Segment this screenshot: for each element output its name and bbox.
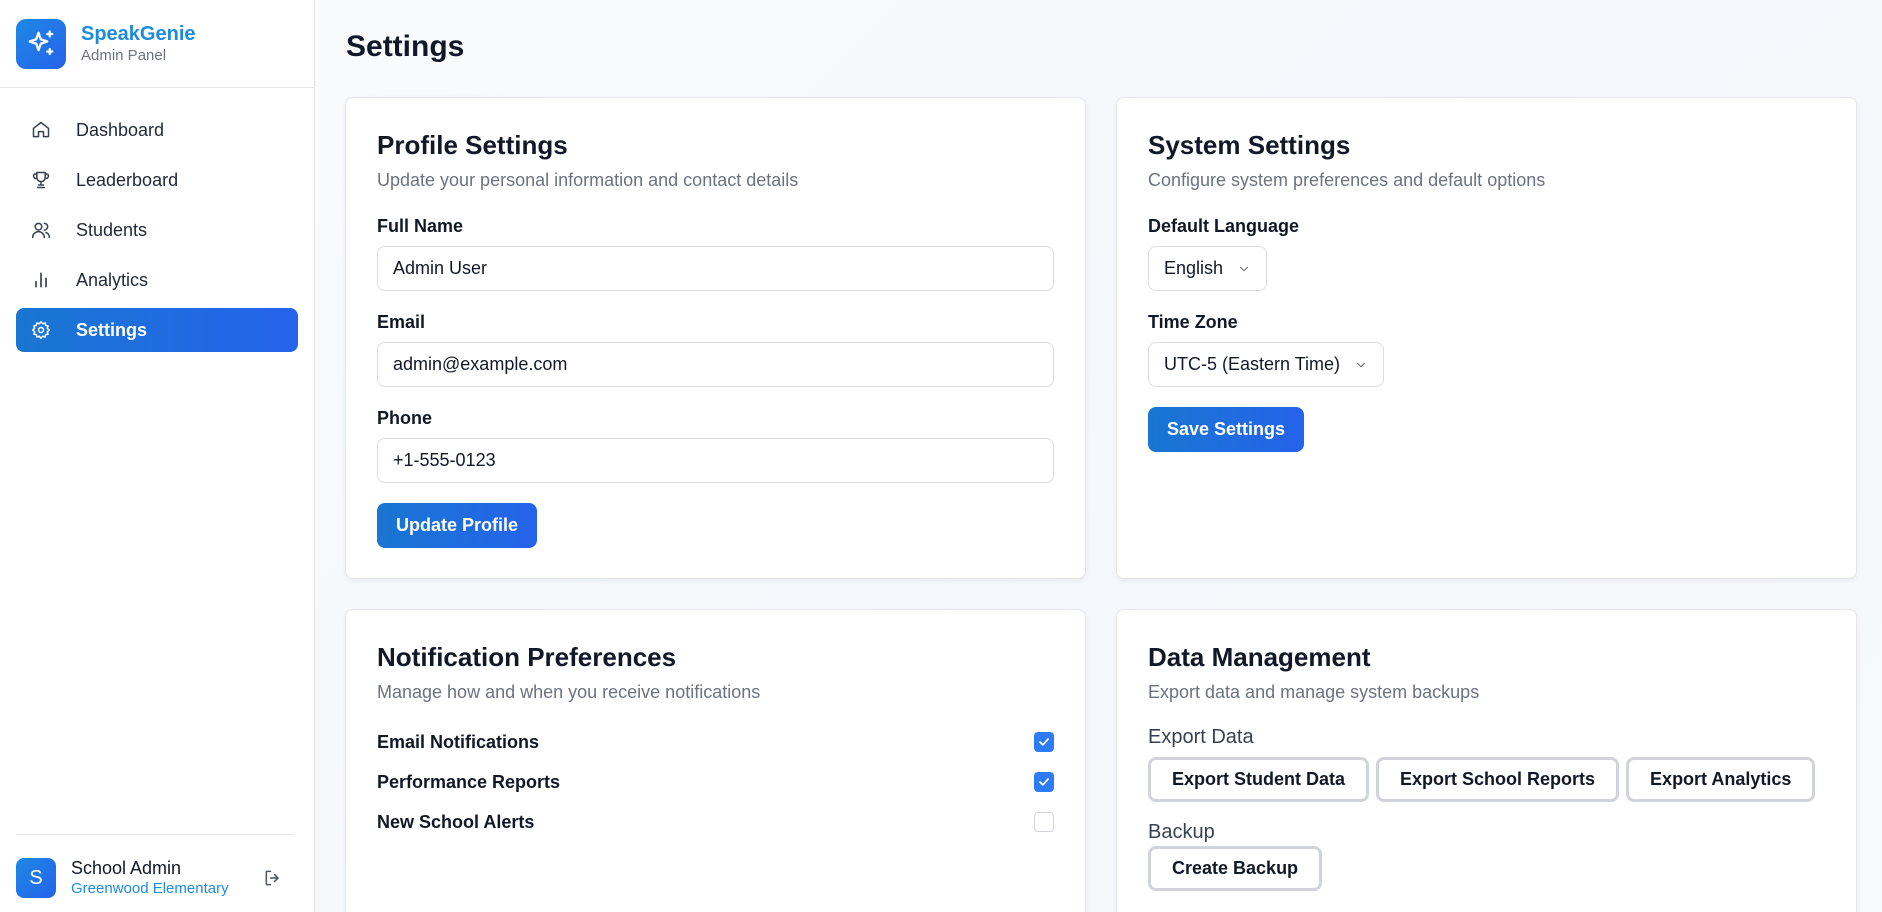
users-icon xyxy=(30,219,52,241)
card-title: System Settings xyxy=(1148,130,1351,160)
brand-name: SpeakGenie xyxy=(81,22,196,45)
export-analytics-button[interactable]: Export Analytics xyxy=(1626,757,1816,802)
avatar: S xyxy=(16,858,56,898)
card-title: Notification Preferences xyxy=(377,642,677,672)
notification-row-school-alerts: New School Alerts xyxy=(377,802,1054,842)
time-zone-label: Time Zone xyxy=(1148,312,1238,332)
card-description: Update your personal information and con… xyxy=(377,170,799,190)
card-title: Profile Settings xyxy=(377,130,568,160)
card-title: Data Management xyxy=(1148,642,1371,672)
system-settings-card: System Settings Configure system prefere… xyxy=(1116,97,1857,579)
card-description: Export data and manage system backups xyxy=(1148,682,1480,702)
sidebar-item-label: Settings xyxy=(76,319,148,340)
backup-label: Backup xyxy=(1148,821,1215,843)
default-language-label: Default Language xyxy=(1148,216,1300,236)
user-profile-box: S School Admin Greenwood Elementary xyxy=(16,834,294,899)
full-name-input[interactable]: Admin User xyxy=(377,246,1054,291)
email-label: Email xyxy=(377,312,426,332)
time-zone-select-value: UTC-5 (Eastern Time) xyxy=(1164,354,1341,374)
card-description: Configure system preferences and default… xyxy=(1148,170,1546,190)
sidebar-item-students[interactable]: Students xyxy=(16,208,298,252)
profile-settings-card: Profile Settings Update your personal in… xyxy=(345,97,1086,579)
sidebar-item-label: Students xyxy=(76,219,148,240)
chevron-down-icon xyxy=(1354,358,1368,372)
email-input[interactable]: admin@example.com xyxy=(377,342,1054,387)
save-settings-button[interactable]: Save Settings xyxy=(1148,407,1305,452)
phone-label: Phone xyxy=(377,408,433,428)
notification-row-email: Email Notifications xyxy=(377,722,1054,762)
notification-label: Performance Reports xyxy=(377,771,561,792)
language-select-value: English xyxy=(1164,258,1224,278)
update-profile-button[interactable]: Update Profile xyxy=(377,503,538,548)
card-description: Manage how and when you receive notifica… xyxy=(377,682,761,702)
logout-icon[interactable] xyxy=(260,865,286,891)
sidebar-nav: Dashboard Leaderboard Students Analytics xyxy=(0,88,314,358)
new-school-alerts-checkbox[interactable] xyxy=(1034,812,1054,832)
sidebar-item-label: Dashboard xyxy=(76,119,165,140)
bar-chart-icon xyxy=(30,269,52,291)
notification-label: Email Notifications xyxy=(377,731,540,752)
sparkles-icon xyxy=(16,18,66,69)
chevron-down-icon xyxy=(1237,262,1251,276)
brand-subtitle: Admin Panel xyxy=(81,46,167,64)
create-backup-button[interactable]: Create Backup xyxy=(1148,846,1323,891)
sidebar: SpeakGenie Admin Panel Dashboard Leaderb… xyxy=(0,0,315,912)
sidebar-item-label: Analytics xyxy=(76,269,149,290)
sidebar-item-settings[interactable]: Settings xyxy=(16,308,298,352)
trophy-icon xyxy=(30,169,52,191)
export-school-reports-button[interactable]: Export School Reports xyxy=(1376,757,1620,802)
export-student-data-button[interactable]: Export Student Data xyxy=(1148,757,1370,802)
brand-header: SpeakGenie Admin Panel xyxy=(0,0,314,88)
time-zone-select[interactable]: UTC-5 (Eastern Time) xyxy=(1148,342,1385,387)
page-title: Settings xyxy=(346,30,465,63)
full-name-label: Full Name xyxy=(377,216,464,236)
data-management-card: Data Management Export data and manage s… xyxy=(1116,609,1857,912)
email-notifications-checkbox[interactable] xyxy=(1034,732,1054,752)
export-data-label: Export Data xyxy=(1148,726,1254,748)
notification-row-performance: Performance Reports xyxy=(377,762,1054,802)
phone-input[interactable]: +1-555-0123 xyxy=(377,438,1054,483)
main-content: Settings Profile Settings Update your pe… xyxy=(315,0,1882,912)
sidebar-item-dashboard[interactable]: Dashboard xyxy=(16,108,298,152)
gear-icon xyxy=(30,319,52,341)
user-name: School Admin xyxy=(71,858,182,878)
performance-reports-checkbox[interactable] xyxy=(1034,772,1054,792)
sidebar-item-leaderboard[interactable]: Leaderboard xyxy=(16,158,298,202)
language-select[interactable]: English xyxy=(1148,246,1268,291)
app-root: SpeakGenie Admin Panel Dashboard Leaderb… xyxy=(0,0,1882,912)
sidebar-item-analytics[interactable]: Analytics xyxy=(16,258,298,302)
sidebar-item-label: Leaderboard xyxy=(76,169,179,190)
notification-label: New School Alerts xyxy=(377,811,535,832)
notification-preferences-card: Notification Preferences Manage how and … xyxy=(345,609,1086,912)
home-icon xyxy=(30,119,52,141)
user-school: Greenwood Elementary xyxy=(71,880,229,897)
